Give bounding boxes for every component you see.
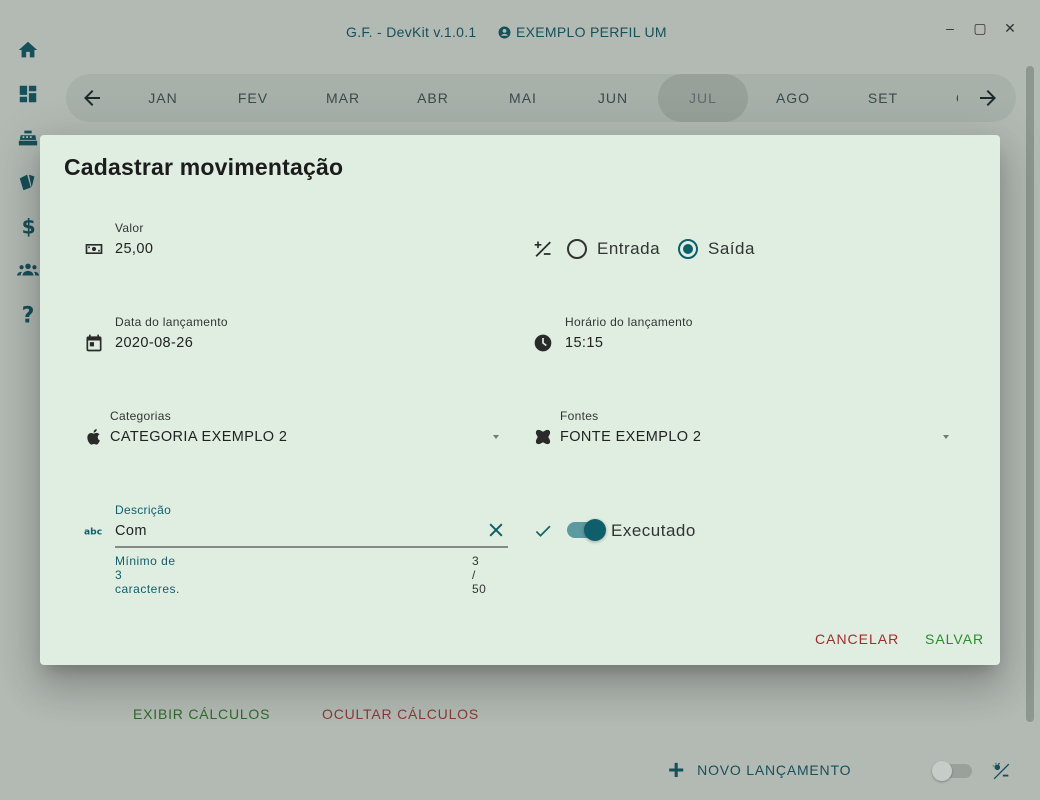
- chevron-down-icon: [943, 435, 949, 439]
- home-icon[interactable]: [16, 38, 40, 62]
- chevron-down-icon: [493, 435, 499, 439]
- time-label: Horário do lançamento: [565, 315, 693, 329]
- help-icon[interactable]: ?: [16, 302, 40, 326]
- month-tab[interactable]: MAR: [298, 74, 388, 122]
- description-label: Descrição: [115, 503, 172, 517]
- radio-button[interactable]: [567, 239, 587, 259]
- value-input[interactable]: 25,00: [115, 241, 153, 257]
- maximize-button[interactable]: ▢: [970, 18, 990, 38]
- dialog-title: Cadastrar movimentação: [64, 154, 344, 180]
- radio-label-entrada: Entrada: [597, 239, 661, 258]
- register-transaction-dialog: Cadastrar movimentação Valor 25,00 Entra…: [40, 135, 1000, 665]
- app-title: G.F. - DevKit v.1.0.1: [346, 24, 477, 40]
- apple-icon: [83, 426, 105, 448]
- month-tab-active[interactable]: JUL: [658, 74, 748, 122]
- month-tab[interactable]: JUN: [568, 74, 658, 122]
- dashboard-icon[interactable]: [16, 82, 40, 106]
- show-calculations-button[interactable]: EXIBIR CÁLCULOS: [133, 706, 270, 722]
- arrow-left-icon[interactable]: [80, 86, 104, 110]
- executed-label: Executado: [611, 521, 696, 540]
- description-hint: Mínimo de 3 caracteres.: [115, 554, 180, 596]
- month-selector: JAN FEV MAR ABR MAI JUN JUL AGO SET OUT: [66, 74, 1016, 122]
- calendar-icon: [83, 332, 105, 354]
- save-button[interactable]: SALVAR: [925, 631, 984, 647]
- description-input[interactable]: Com: [115, 523, 147, 539]
- month-tab[interactable]: AGO: [748, 74, 838, 122]
- account-circle-icon: [498, 26, 511, 38]
- svg-text:$: $: [22, 215, 36, 237]
- month-tab[interactable]: SET: [838, 74, 928, 122]
- month-tab[interactable]: MAI: [478, 74, 568, 122]
- source-value: FONTE EXEMPLO 2: [560, 429, 702, 445]
- profile-button[interactable]: EXEMPLO PERFIL UM: [498, 24, 667, 40]
- month-tab[interactable]: FEV: [208, 74, 298, 122]
- cancel-button[interactable]: CANCELAR: [815, 631, 899, 647]
- category-value: CATEGORIA EXEMPLO 2: [110, 429, 288, 445]
- scrollbar[interactable]: [1026, 66, 1034, 722]
- radio-saida[interactable]: Saída: [678, 239, 755, 259]
- cash-icon: [83, 238, 105, 260]
- clock-icon: [532, 332, 554, 354]
- svg-text:?: ?: [22, 303, 35, 325]
- new-entry-label: NOVO LANÇAMENTO: [697, 762, 852, 778]
- theme-light-dark-icon[interactable]: [990, 760, 1014, 784]
- executed-switch[interactable]: [567, 519, 606, 541]
- month-tab[interactable]: ABR: [388, 74, 478, 122]
- minimize-button[interactable]: –: [940, 18, 960, 38]
- input-underline: [115, 546, 508, 548]
- time-input[interactable]: 15:15: [565, 335, 603, 351]
- profile-name: EXEMPLO PERFIL UM: [516, 24, 667, 40]
- plus-minus-icon: [532, 238, 554, 260]
- hide-calculations-button[interactable]: OCULTAR CÁLCULOS: [322, 706, 479, 722]
- plus-icon: +: [668, 754, 686, 785]
- source-label: Fontes: [560, 409, 599, 423]
- category-label: Categorias: [110, 409, 172, 423]
- check-icon: [532, 520, 554, 542]
- theme-toggle[interactable]: [932, 761, 972, 781]
- atom-icon: [532, 426, 554, 448]
- arrow-right-icon[interactable]: [976, 86, 1000, 110]
- value-label: Valor: [115, 221, 144, 235]
- new-entry-button[interactable]: + NOVO LANÇAMENTO: [668, 754, 852, 785]
- close-button[interactable]: ✕: [1000, 18, 1020, 38]
- date-input[interactable]: 2020-08-26: [115, 335, 193, 351]
- date-label: Data do lançamento: [115, 315, 228, 329]
- cards-icon[interactable]: [16, 170, 40, 194]
- month-tab[interactable]: OUT: [928, 74, 958, 122]
- svg-text:abc: abc: [84, 526, 102, 537]
- cash-register-icon[interactable]: [16, 126, 40, 150]
- people-icon[interactable]: [16, 258, 40, 282]
- month-tab[interactable]: JAN: [118, 74, 208, 122]
- alphabetical-icon: abc: [83, 520, 105, 542]
- dollar-icon[interactable]: $: [16, 214, 40, 238]
- radio-button-checked[interactable]: [678, 239, 698, 259]
- title-bar: G.F. - DevKit v.1.0.1 EXEMPLO PERFIL UM …: [0, 0, 1040, 62]
- close-icon[interactable]: [486, 520, 506, 540]
- radio-label-saida: Saída: [708, 239, 755, 258]
- character-counter: 3 / 50: [472, 554, 487, 596]
- radio-entrada[interactable]: Entrada: [567, 239, 660, 259]
